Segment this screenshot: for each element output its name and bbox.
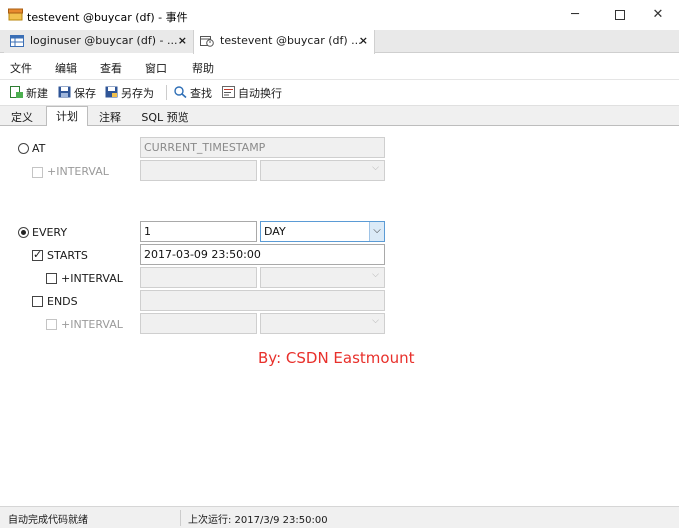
menu-view[interactable]: 查看 bbox=[100, 60, 122, 76]
menu-help[interactable]: 帮助 bbox=[192, 60, 214, 76]
table-icon bbox=[10, 35, 24, 47]
window-title: testevent @buycar (df) - 事件 bbox=[27, 11, 188, 24]
editor-tab-bar: 定义 计划 注释 SQL 预览 bbox=[0, 105, 679, 127]
search-icon bbox=[174, 86, 187, 98]
word-wrap-button[interactable]: 自动换行 bbox=[222, 85, 282, 101]
word-wrap-label: 自动换行 bbox=[238, 87, 282, 100]
every-unit-select[interactable]: DAY ⌵ bbox=[260, 221, 385, 242]
at-interval-checkbox bbox=[32, 167, 43, 178]
ends-checkbox[interactable] bbox=[32, 296, 43, 307]
minimize-button[interactable]: ─ bbox=[553, 0, 597, 30]
title-bar: testevent @buycar (df) - 事件 ─ ✕ bbox=[0, 0, 679, 30]
find-label: 查找 bbox=[190, 87, 212, 100]
status-last-run: 上次运行: 2017/3/9 23:50:00 bbox=[188, 515, 328, 526]
starts-interval-value-field bbox=[140, 267, 257, 288]
event-database-icon bbox=[8, 8, 23, 21]
at-label: AT bbox=[32, 142, 46, 155]
word-wrap-icon bbox=[222, 86, 235, 98]
starts-interval-unit-select bbox=[260, 267, 385, 288]
watermark-text: By: CSDN Eastmount bbox=[258, 349, 415, 367]
ends-interval-unit-select bbox=[260, 313, 385, 334]
status-autocomplete: 自动完成代码就绪 bbox=[8, 515, 88, 526]
every-radio[interactable] bbox=[18, 227, 29, 238]
starts-checkbox[interactable]: ✓ bbox=[32, 248, 43, 261]
every-unit-value: DAY bbox=[264, 225, 286, 238]
doc-tab-loginuser[interactable]: loginuser @buycar (df) - ... × bbox=[4, 30, 193, 53]
every-label: EVERY bbox=[32, 226, 68, 239]
toolbar-separator bbox=[166, 85, 167, 100]
doc-tab-label: testevent @buycar (df) ... bbox=[220, 34, 362, 47]
starts-datetime-input[interactable]: 2017-03-09 23:50:00 bbox=[140, 244, 385, 265]
at-radio[interactable] bbox=[18, 143, 29, 154]
save-as-label: 另存为 bbox=[121, 87, 154, 100]
tab-schedule[interactable]: 计划 bbox=[46, 106, 88, 127]
tab-sql-preview[interactable]: SQL 预览 bbox=[136, 108, 194, 127]
menu-file[interactable]: 文件 bbox=[10, 60, 32, 76]
ends-label: ENDS bbox=[47, 295, 78, 308]
save-as-button[interactable]: 另存为 bbox=[105, 85, 154, 101]
starts-interval-checkbox[interactable] bbox=[46, 273, 57, 284]
starts-interval-label: +INTERVAL bbox=[61, 272, 123, 285]
ends-interval-label: +INTERVAL bbox=[61, 318, 123, 331]
schedule-panel: AT CURRENT_TIMESTAMP +INTERVAL EVERY 1 D… bbox=[2, 126, 677, 506]
save-button[interactable]: 保存 bbox=[58, 85, 96, 101]
starts-label: STARTS bbox=[47, 249, 88, 262]
at-interval-label: +INTERVAL bbox=[47, 165, 109, 178]
at-timestamp-field: CURRENT_TIMESTAMP bbox=[140, 137, 385, 158]
new-label: 新建 bbox=[26, 87, 48, 100]
maximize-icon bbox=[615, 9, 625, 20]
event-icon bbox=[200, 36, 214, 47]
toolbar: 新建 保存 另存为 查找 自动换行 bbox=[0, 79, 679, 103]
chevron-down-icon[interactable]: ⌵ bbox=[369, 222, 384, 241]
close-window-button[interactable]: ✕ bbox=[636, 0, 679, 30]
save-label: 保存 bbox=[74, 87, 96, 100]
menu-window[interactable]: 窗口 bbox=[145, 60, 167, 76]
checkmark-icon: ✓ bbox=[33, 248, 43, 261]
status-bar: 自动完成代码就绪 上次运行: 2017/3/9 23:50:00 bbox=[0, 506, 679, 528]
tab-definition[interactable]: 定义 bbox=[6, 108, 38, 127]
menu-edit[interactable]: 编辑 bbox=[55, 60, 77, 76]
save-icon bbox=[58, 86, 71, 98]
status-separator bbox=[180, 510, 181, 526]
document-tab-bar: loginuser @buycar (df) - ... × testevent… bbox=[0, 30, 679, 54]
tab-comment[interactable]: 注释 bbox=[92, 108, 128, 127]
ends-interval-value-field bbox=[140, 313, 257, 334]
at-interval-value-field bbox=[140, 160, 257, 181]
every-value-input[interactable]: 1 bbox=[140, 221, 257, 242]
menu-bar: 文件 编辑 查看 窗口 帮助 bbox=[0, 54, 679, 78]
save-as-icon bbox=[105, 86, 118, 98]
find-button[interactable]: 查找 bbox=[174, 85, 212, 101]
close-tab-icon[interactable]: × bbox=[359, 30, 368, 52]
ends-datetime-field bbox=[140, 290, 385, 311]
new-icon bbox=[10, 86, 23, 98]
doc-tab-testevent[interactable]: testevent @buycar (df) ... × bbox=[193, 30, 375, 54]
at-interval-unit-select bbox=[260, 160, 385, 181]
close-tab-icon[interactable]: × bbox=[178, 30, 187, 52]
ends-interval-checkbox bbox=[46, 319, 57, 330]
doc-tab-label: loginuser @buycar (df) - ... bbox=[30, 34, 178, 47]
new-button[interactable]: 新建 bbox=[10, 85, 48, 101]
